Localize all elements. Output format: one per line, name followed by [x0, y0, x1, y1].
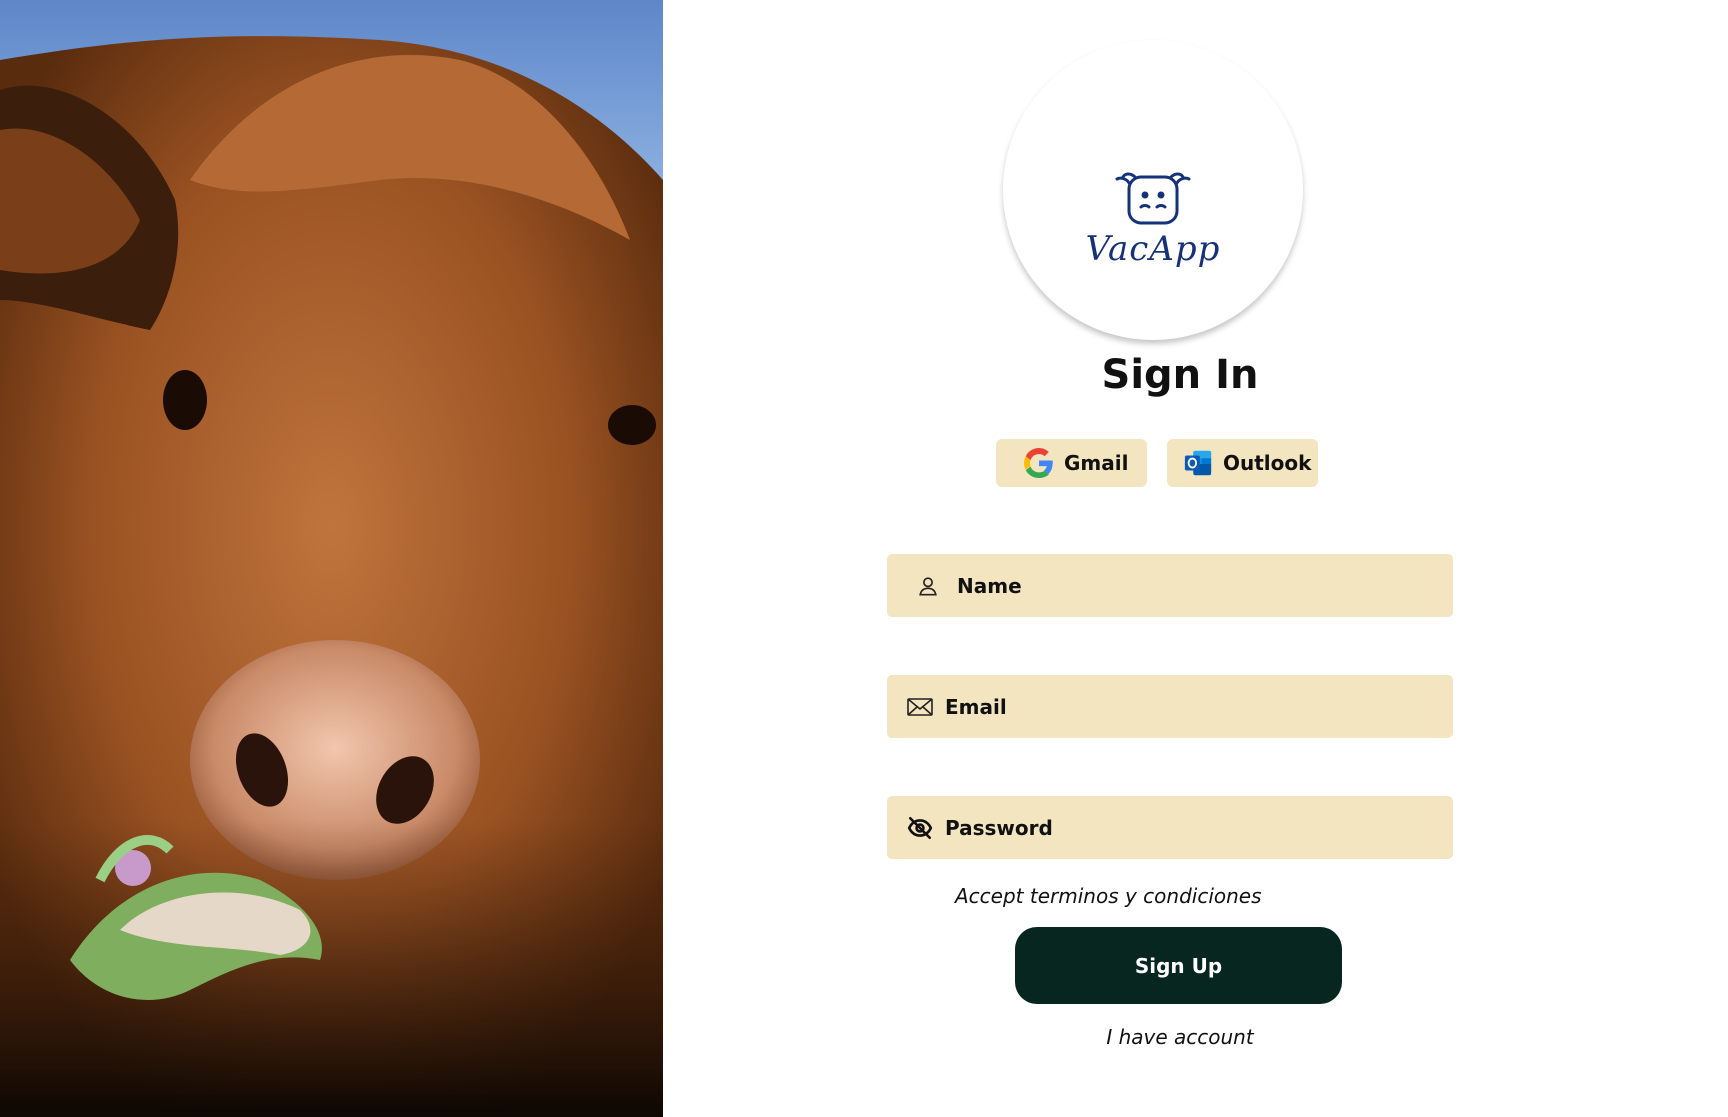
- password-input[interactable]: [945, 807, 1385, 848]
- logo: VacApp: [1003, 40, 1303, 340]
- name-field[interactable]: [887, 554, 1453, 617]
- sign-up-button[interactable]: Sign Up: [1015, 927, 1342, 1004]
- password-field[interactable]: [887, 796, 1453, 859]
- cow-photo: [0, 0, 663, 1117]
- cow-face-icon: [1115, 172, 1191, 225]
- have-account-link[interactable]: I have account: [1060, 1025, 1300, 1049]
- email-field[interactable]: [887, 675, 1453, 738]
- accept-terms-link[interactable]: Accept terminos y condiciones: [955, 884, 1262, 908]
- name-input[interactable]: [957, 565, 1397, 606]
- cow-illustration: [0, 0, 663, 1117]
- email-input[interactable]: [945, 686, 1385, 727]
- sign-up-page: VacApp Sign In Gmail Outlook Name Email …: [0, 0, 1728, 1117]
- logo-text: VacApp: [1085, 229, 1221, 269]
- outlook-icon: [1184, 450, 1212, 476]
- page-title: Sign In: [1101, 352, 1259, 398]
- gmail-label: Gmail: [1064, 451, 1129, 475]
- gmail-button[interactable]: Gmail: [996, 439, 1147, 487]
- eye-off-icon[interactable]: [907, 815, 933, 841]
- outlook-button[interactable]: Outlook: [1167, 439, 1318, 487]
- user-icon: [919, 576, 937, 596]
- envelope-icon: [907, 697, 933, 716]
- outlook-label: Outlook: [1223, 451, 1312, 475]
- google-icon: [1024, 448, 1053, 478]
